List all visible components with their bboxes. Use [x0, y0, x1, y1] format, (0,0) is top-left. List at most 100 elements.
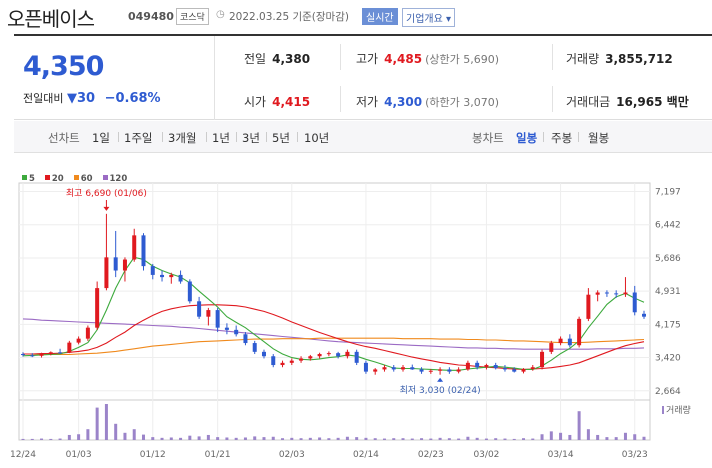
candle-body — [308, 356, 313, 359]
volume-bar — [623, 432, 627, 440]
x-tick-label: 01/03 — [66, 450, 92, 460]
candle-body — [39, 354, 44, 356]
candle-body — [141, 235, 146, 267]
candle-body — [187, 281, 192, 302]
candle-body — [456, 369, 461, 372]
volume-bar — [429, 438, 433, 440]
x-tick-label: 12/24 — [10, 450, 36, 460]
volume-bar — [197, 436, 201, 440]
volume-bar — [160, 437, 164, 440]
volume-bar — [132, 429, 136, 440]
volume-bar — [104, 404, 108, 440]
x-tick-label: 02/14 — [353, 450, 379, 460]
candle-body — [104, 257, 109, 289]
candle-body — [549, 343, 554, 352]
candle-body — [280, 362, 285, 366]
volume-bar — [345, 436, 349, 440]
candle-body — [632, 292, 637, 313]
volume-bar — [577, 411, 581, 440]
plot-frame — [18, 182, 651, 441]
candle-body — [586, 294, 591, 319]
volume-bar — [299, 438, 303, 440]
x-tick-label: 03/23 — [622, 450, 648, 460]
candle-body — [58, 352, 63, 354]
volume-bar — [457, 438, 461, 440]
candle-body — [215, 310, 220, 328]
candle-body — [502, 368, 507, 370]
volume-bar — [438, 437, 442, 440]
price-chart[interactable]: 7,197 6,442 5,686 4,931 4,175 3,420 2,664 12/24… — [0, 0, 712, 468]
volume-bar — [522, 438, 526, 440]
volume-bar — [318, 437, 322, 440]
candle-body — [595, 292, 600, 295]
candle-body — [401, 367, 406, 370]
volume-bar — [151, 437, 155, 440]
candle-body — [438, 369, 443, 371]
volume-bar — [114, 423, 118, 440]
max-annotation: 최고 6,690 (01/06) — [66, 188, 147, 199]
x-tick-label: 03/14 — [548, 450, 574, 460]
volume-bar — [475, 437, 479, 440]
candle-body — [76, 338, 81, 343]
volume-bar — [58, 438, 62, 440]
volume-bar — [392, 438, 396, 440]
candle-body — [530, 367, 535, 369]
volume-bar — [568, 434, 572, 440]
volume-bar — [596, 434, 600, 440]
volume-bar — [503, 438, 507, 440]
volume-bar — [77, 434, 81, 440]
candle-body — [160, 274, 165, 278]
ma20-line — [23, 304, 645, 370]
candle-body — [234, 329, 239, 335]
volume-label: 거래량 — [666, 404, 691, 416]
volume-bar — [549, 431, 553, 440]
candle-body — [410, 367, 415, 370]
volume-bar — [243, 437, 247, 440]
volume-bar — [40, 438, 44, 440]
candle-body — [206, 310, 211, 317]
candle-body — [521, 368, 526, 372]
volume-bar — [216, 437, 220, 440]
candle-body — [48, 352, 53, 355]
volume-bar — [225, 437, 229, 440]
volume-bar — [559, 432, 563, 440]
candle-body — [113, 257, 118, 271]
volume-bar — [605, 437, 609, 440]
candle-body — [475, 362, 480, 368]
x-tick-label: 01/12 — [140, 450, 166, 460]
y-tick-label: 4,931 — [655, 287, 681, 297]
candle-body — [21, 354, 25, 356]
volume-bar — [21, 438, 25, 440]
x-tick-label: 03/02 — [473, 450, 499, 460]
x-tick-label: 02/03 — [279, 450, 305, 460]
volume-bar — [410, 438, 414, 440]
volume-bar — [494, 438, 498, 440]
volume-bar — [49, 438, 53, 440]
volume-bar — [281, 438, 285, 440]
volume-bar — [169, 437, 173, 440]
volume-bar — [373, 438, 377, 440]
volume-bar — [586, 429, 590, 440]
x-tick-label: 02/23 — [418, 450, 444, 460]
volume-bar — [382, 438, 386, 440]
volume-legend-swatch — [662, 406, 664, 414]
volume-bar — [512, 438, 516, 440]
candle-body — [132, 235, 137, 260]
candle-body — [85, 327, 90, 339]
candle-body — [336, 353, 341, 357]
volume-bar — [466, 436, 470, 440]
candle-body — [224, 327, 229, 330]
volume-bar — [642, 436, 646, 440]
volume-bar — [67, 434, 71, 440]
candle-body — [373, 369, 378, 372]
candle-body — [558, 338, 563, 344]
y-tick-label: 3,420 — [655, 354, 681, 364]
candle-body — [623, 292, 628, 295]
candle-body — [345, 351, 350, 357]
volume-bar — [401, 438, 405, 440]
min-arrowhead — [437, 377, 444, 382]
volume-bar — [253, 436, 257, 440]
volume-bar — [614, 437, 618, 440]
candle-body — [614, 293, 619, 295]
candle-body — [317, 354, 322, 357]
